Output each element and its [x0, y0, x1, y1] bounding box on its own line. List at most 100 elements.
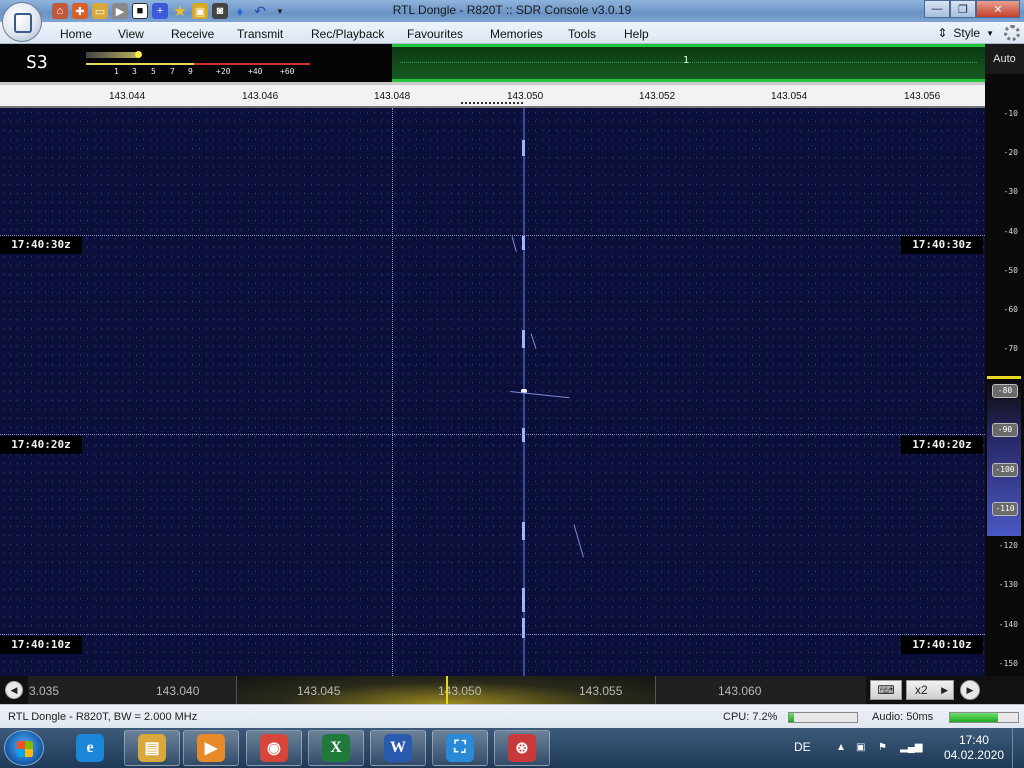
menu-home[interactable]: Home	[60, 27, 92, 41]
db-chip: -100	[992, 463, 1018, 477]
zoom-selector[interactable]: x2 ▶	[906, 680, 954, 700]
taskbar: e ▤ ▶ ◉ X W ⛶ ⊛ DE ▲ ▣ ⚑ ▂▄▆ 17:40 04.02.2020	[0, 728, 1024, 768]
chrome-icon: ◉	[260, 734, 288, 762]
taskbar-app-sdr-console[interactable]: ⊛	[494, 730, 550, 766]
show-desktop-button[interactable]	[1012, 728, 1024, 768]
scroll-right-button[interactable]: ▶	[960, 680, 980, 700]
db-label: -130	[998, 580, 1018, 589]
snipping-tool-icon: ⛶	[446, 734, 474, 762]
ruler-label: 143.050	[507, 91, 544, 102]
frequency-label: 143.055	[579, 684, 623, 698]
gear-icon[interactable]	[1004, 25, 1020, 41]
s-meter-overload-line	[194, 63, 310, 65]
menu-receive[interactable]: Receive	[171, 27, 214, 41]
application-menu-button[interactable]	[2, 2, 42, 42]
style-selector[interactable]: ⇕ Style ▼	[937, 26, 994, 40]
drop-icon[interactable]: ♦	[232, 3, 248, 19]
maximize-button[interactable]: ❐	[950, 0, 976, 18]
spectrum-overview[interactable]: 1	[392, 44, 985, 82]
action-center-flag-icon[interactable]: ⚑	[878, 742, 890, 754]
taskbar-app-file-explorer[interactable]: ▤	[124, 730, 180, 766]
lock-icon[interactable]: ▣	[192, 3, 208, 19]
taskbar-app-internet-explorer[interactable]: e	[62, 730, 118, 766]
camera-icon[interactable]: ◙	[212, 3, 228, 19]
time-label-left: 17:40:10z	[0, 636, 82, 654]
lifebuoy-icon[interactable]: ✚	[72, 3, 88, 19]
auto-button[interactable]: Auto	[985, 44, 1024, 74]
minimize-button[interactable]: —	[924, 0, 950, 18]
media-player-icon: ▶	[197, 734, 225, 762]
add-icon[interactable]: +	[152, 3, 168, 19]
chevron-right-icon: ▶	[941, 685, 948, 695]
frequency-ruler[interactable]: 143.044 143.046 143.048 143.050 143.052 …	[0, 82, 985, 108]
db-scale: Auto -80 -90 -100 -110 -10 -20 -30 -40 -…	[985, 44, 1024, 678]
menu-favourites[interactable]: Favourites	[407, 27, 463, 41]
frequency-bar: ◀ 3.035 143.040 143.045 143.050 143.055 …	[0, 676, 985, 704]
taskbar-app-word[interactable]: W	[370, 730, 426, 766]
stop-icon[interactable]: ■	[132, 3, 148, 19]
db-label: -120	[998, 541, 1018, 550]
play-icon[interactable]: ▶	[112, 3, 128, 19]
dropdown-icon[interactable]: ▼	[272, 3, 288, 19]
screen: RTL Dongle - R820T :: SDR Console v3.0.1…	[0, 0, 1024, 768]
language-indicator[interactable]: DE	[794, 740, 811, 754]
db-chip: -80	[992, 384, 1018, 398]
menu-tools[interactable]: Tools	[568, 27, 596, 41]
doppler-streak	[573, 524, 584, 558]
style-arrows-icon: ⇕	[937, 26, 948, 40]
menu-help[interactable]: Help	[624, 27, 649, 41]
time-label-left: 17:40:30z	[0, 236, 82, 254]
windows-logo-icon	[17, 741, 33, 757]
folder-icon[interactable]: ▭	[92, 3, 108, 19]
menu-view[interactable]: View	[118, 27, 144, 41]
s-meter-tick: 1	[114, 67, 119, 76]
keyboard-icon[interactable]: ⌨	[870, 680, 902, 700]
star-icon[interactable]: ★	[172, 3, 188, 20]
start-button[interactable]	[4, 730, 44, 766]
signal-burst	[522, 140, 525, 156]
taskbar-app-excel[interactable]: X	[308, 730, 364, 766]
db-label: -30	[1003, 187, 1018, 196]
frequency-label: 143.045	[297, 684, 341, 698]
frequency-segment[interactable]: 143.060	[656, 676, 866, 704]
audio-meter	[949, 712, 1019, 723]
time-gridline	[0, 235, 985, 236]
db-range-slider[interactable]: -80 -90 -100 -110	[987, 376, 1021, 536]
file-explorer-icon: ▤	[138, 734, 166, 762]
taskbar-app-media-player[interactable]: ▶	[183, 730, 239, 766]
s-meter-tick: +20	[216, 67, 231, 76]
undo-icon[interactable]: ↶	[252, 3, 268, 19]
spectrum-marker: 1	[683, 55, 690, 66]
menu-bar: Home View Receive Transmit Rec/Playback …	[0, 22, 1024, 44]
audio-meter-fill	[950, 713, 998, 722]
signal-burst	[522, 588, 525, 612]
style-label: Style	[953, 26, 981, 40]
device-icon[interactable]: ▣	[856, 742, 868, 754]
frequency-segment[interactable]: 3.035 143.040	[28, 676, 236, 704]
clock[interactable]: 17:40 04.02.2020	[944, 733, 1004, 763]
network-icon[interactable]: ▂▄▆	[900, 742, 922, 754]
app-icon	[14, 13, 32, 33]
ruler-label: 143.048	[374, 91, 411, 102]
menu-memories[interactable]: Memories	[490, 27, 543, 41]
menu-transmit[interactable]: Transmit	[237, 27, 283, 41]
close-button[interactable]: ✕	[976, 0, 1020, 18]
taskbar-app-chrome[interactable]: ◉	[246, 730, 302, 766]
bandwidth-marker[interactable]	[461, 102, 523, 104]
scroll-left-button[interactable]: ◀	[5, 681, 23, 699]
db-label: -60	[1003, 305, 1018, 314]
menu-rec-playback[interactable]: Rec/Playback	[311, 27, 384, 41]
frequency-gridline	[392, 108, 393, 676]
time-label-right: 17:40:10z	[901, 636, 983, 654]
home-icon[interactable]: ⌂	[52, 3, 68, 19]
taskbar-app-snipping-tool[interactable]: ⛶	[432, 730, 488, 766]
ruler-label: 143.054	[771, 91, 808, 102]
db-label: -150	[998, 659, 1018, 668]
quick-access-toolbar: ⌂ ✚ ▭ ▶ ■ + ★ ▣ ◙ ♦ ↶ ▼	[52, 3, 288, 20]
waterfall-display[interactable]: 17:40:30z 17:40:30z 17:40:20z 17:40:20z …	[0, 108, 985, 676]
tuning-cursor[interactable]	[446, 676, 448, 704]
title-bar: RTL Dongle - R820T :: SDR Console v3.0.1…	[0, 0, 1024, 22]
tray-expand-icon[interactable]: ▲	[836, 742, 848, 754]
db-label: -140	[998, 620, 1018, 629]
db-chip: -90	[992, 423, 1018, 437]
